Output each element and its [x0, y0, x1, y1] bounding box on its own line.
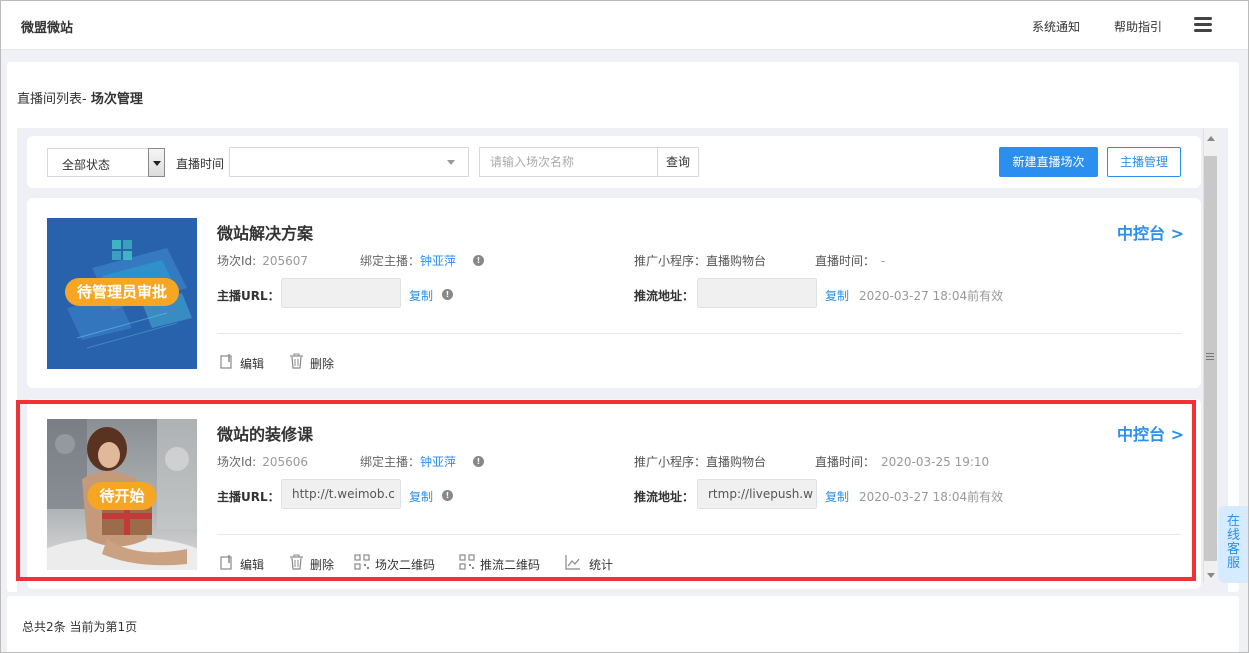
bound-host: 绑定主播：钟亚萍 — [360, 453, 456, 470]
push-url-label: 推流地址： — [634, 490, 695, 504]
session-id-label: 场次Id: — [217, 455, 257, 469]
session-thumbnail: 待开始 — [47, 419, 197, 570]
trash-icon — [290, 353, 303, 369]
live-time-value: - — [881, 254, 886, 268]
status-select-value: 全部状态 — [62, 158, 111, 172]
pagination-summary: 总共2条 当前为第1页 — [22, 620, 138, 634]
session-title: 微站解决方案 — [217, 224, 314, 243]
session-id-value: 205607 — [262, 254, 309, 268]
session-card: 待开始 微站的装修课 中控台 > 场次Id: 205606 绑定主播：钟亚萍 ! … — [27, 399, 1201, 589]
delete-label: 删除 — [310, 357, 335, 371]
session-thumbnail: 待管理员审批 — [47, 218, 197, 369]
session-id: 场次Id: 205606 — [217, 453, 308, 470]
copy-host-url-link[interactable]: 复制 — [409, 488, 433, 505]
session-card: 待管理员审批 微站解决方案 中控台 > 场次Id: 205607 绑定主播：钟亚萍… — [27, 198, 1201, 388]
host-url-label: 主播URL： — [217, 289, 280, 303]
valid-until-text: 2020-03-27 18:04前有效 — [859, 289, 1004, 303]
push-qrcode-label: 推流二维码 — [480, 558, 541, 572]
live-time-label: 直播时间： — [815, 455, 876, 469]
live-time-select[interactable] — [229, 147, 469, 177]
host-url-label: 主播URL： — [217, 490, 280, 504]
host-manage-button[interactable]: 主播管理 — [1107, 147, 1181, 177]
app-frame: 微盟微站 系统通知 帮助指引 直播间列表- 场次管理 全部状态 直播时间 查询 … — [0, 0, 1249, 653]
host-url-field[interactable] — [281, 278, 401, 308]
status-badge: 待开始 — [87, 482, 157, 510]
pagination-footer: 总共2条 当前为第1页 — [7, 596, 1239, 652]
filter-bar: 全部状态 直播时间 查询 新建直播场次 主播管理 — [27, 136, 1201, 188]
live-time-label: 直播时间： — [815, 254, 876, 268]
system-notify-link[interactable]: 系统通知 — [1032, 18, 1080, 35]
online-service-char: 服 — [1226, 556, 1240, 571]
valid-until-text: 2020-03-27 18:04前有效 — [859, 490, 1004, 504]
info-icon[interactable]: ! — [473, 456, 484, 467]
divider — [217, 534, 1181, 535]
session-qrcode-label: 场次二维码 — [375, 558, 436, 572]
copy-push-url-link[interactable]: 复制 — [825, 488, 849, 505]
console-link[interactable]: 中控台 > — [1117, 220, 1184, 244]
edit-label: 编辑 — [240, 558, 265, 572]
divider — [217, 333, 1181, 334]
search-button[interactable]: 查询 — [657, 147, 699, 177]
bound-host-label: 绑定主播： — [360, 254, 421, 268]
scroll-grip — [1206, 353, 1214, 354]
push-url-field[interactable] — [697, 278, 817, 308]
push-url-field[interactable]: rtmp://livepush.w — [697, 479, 817, 509]
bound-host: 绑定主播：钟亚萍 — [360, 252, 456, 269]
help-guide-link[interactable]: 帮助指引 — [1114, 18, 1162, 35]
statistics-label: 统计 — [589, 558, 614, 572]
bound-host-link[interactable]: 钟亚萍 — [420, 455, 456, 469]
line-chart-icon — [565, 555, 580, 570]
chevron-down-icon[interactable] — [148, 148, 165, 177]
edit-label: 编辑 — [240, 357, 265, 371]
session-id: 场次Id: 205607 — [217, 252, 308, 269]
online-service-char: 客 — [1226, 542, 1240, 557]
status-badge: 待管理员审批 — [64, 278, 180, 306]
host-url-field[interactable]: http://t.weimob.c — [281, 479, 401, 509]
menu-icon[interactable] — [1194, 17, 1212, 33]
info-icon[interactable]: ! — [442, 490, 453, 501]
copy-push-url-link[interactable]: 复制 — [825, 287, 849, 304]
breadcrumb: 直播间列表- 场次管理 — [17, 88, 143, 107]
scroll-grip — [1206, 359, 1214, 360]
trash-icon — [290, 554, 303, 570]
push-url-label: 推流地址： — [634, 289, 695, 303]
bound-host-label: 绑定主播： — [360, 455, 421, 469]
online-service-char: 在 — [1226, 514, 1240, 529]
delete-label: 删除 — [310, 558, 335, 572]
session-id-value: 205606 — [262, 455, 309, 469]
session-id-label: 场次Id: — [217, 254, 257, 268]
session-list-area: 全部状态 直播时间 查询 新建直播场次 主播管理 — [17, 128, 1228, 592]
live-time: 直播时间： 2020-03-25 19:10 — [815, 453, 989, 470]
live-time: 直播时间： - — [815, 252, 885, 269]
online-service-button[interactable]: 在 线 客 服 — [1218, 506, 1248, 583]
copy-host-url-link[interactable]: 复制 — [409, 287, 433, 304]
info-icon[interactable]: ! — [442, 289, 453, 300]
mini-program: 推广小程序：直播购物台 — [634, 455, 767, 469]
live-time-label: 直播时间 — [176, 157, 225, 171]
session-name-input[interactable] — [479, 147, 658, 177]
console-link[interactable]: 中控台 > — [1117, 421, 1184, 445]
live-time-value: 2020-03-25 19:10 — [881, 455, 990, 469]
status-select[interactable]: 全部状态 — [47, 148, 165, 177]
online-service-char: 线 — [1226, 528, 1240, 543]
edit-icon — [220, 354, 232, 369]
session-title: 微站的装修课 — [217, 425, 314, 444]
scroll-up-arrow-icon[interactable] — [1207, 136, 1215, 141]
edit-icon — [220, 555, 232, 570]
qrcode-icon — [459, 554, 475, 570]
info-icon[interactable]: ! — [473, 255, 484, 266]
breadcrumb-prefix: 直播间列表- — [17, 92, 87, 107]
mini-program: 推广小程序：直播购物台 — [634, 254, 767, 268]
scroll-down-arrow-icon[interactable] — [1207, 573, 1215, 578]
breadcrumb-current: 场次管理 — [90, 92, 143, 107]
top-bar: 微盟微站 系统通知 帮助指引 — [1, 1, 1248, 50]
qrcode-icon — [354, 554, 370, 570]
main-panel: 直播间列表- 场次管理 全部状态 直播时间 查询 新建直播场次 主播管理 — [7, 62, 1239, 592]
new-session-button[interactable]: 新建直播场次 — [999, 147, 1098, 177]
brand-title: 微盟微站 — [21, 21, 74, 36]
scroll-grip — [1206, 356, 1214, 357]
bound-host-link[interactable]: 钟亚萍 — [420, 254, 456, 268]
